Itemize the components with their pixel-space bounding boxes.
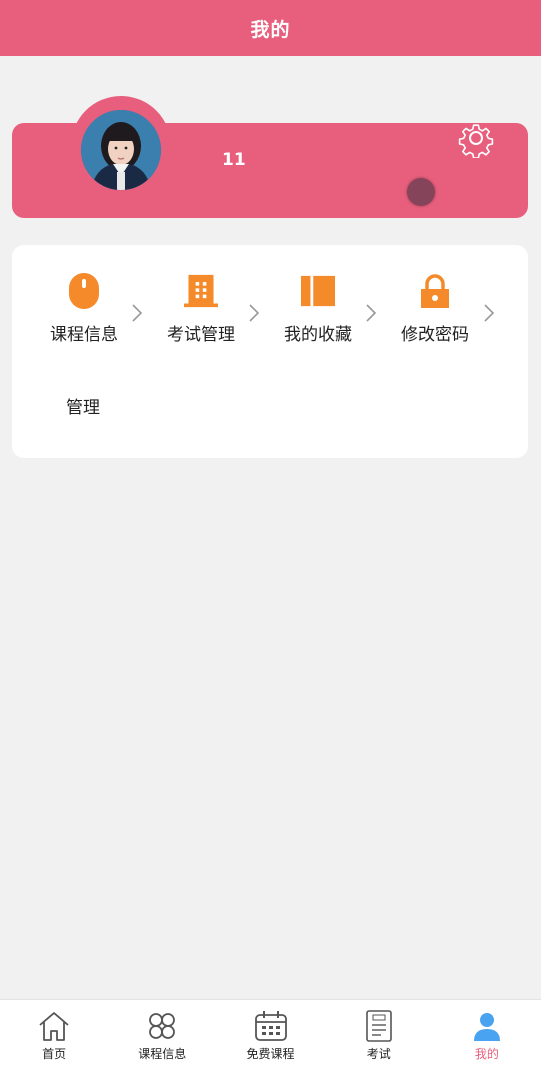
menu-item-change-password[interactable]: 修改密码 <box>377 245 493 345</box>
nav-label: 首页 <box>42 1047 67 1061</box>
menu-item-label: 课程信息 <box>50 325 118 345</box>
page-title: 我的 <box>250 18 291 41</box>
nav-label: 考试 <box>366 1047 391 1061</box>
menu-card: 课程信息 考试管理 我的收藏 修改密码 管理 <box>12 245 528 458</box>
bottom-nav: 首页 课程信息 免费课程 考试 我的 <box>0 999 541 1069</box>
chevron-right-icon <box>484 304 495 322</box>
chevron-right-icon <box>366 304 377 322</box>
user-icon <box>470 1009 504 1043</box>
mouse-icon <box>67 271 101 310</box>
exam-paper-icon <box>362 1009 396 1043</box>
menu-item-management[interactable]: 管理 <box>66 393 100 418</box>
menu-item-exam-management[interactable]: 考试管理 <box>143 245 259 345</box>
gear-icon <box>456 124 496 162</box>
book-icon <box>301 271 335 310</box>
nav-item-mine[interactable]: 我的 <box>433 1000 541 1069</box>
building-icon <box>184 271 218 310</box>
menu-item-label: 考试管理 <box>167 325 235 345</box>
username: 11 <box>222 150 246 170</box>
settings-button[interactable] <box>456 118 496 159</box>
menu-item-my-favorites[interactable]: 我的收藏 <box>260 245 376 345</box>
nav-item-exam[interactable]: 考试 <box>325 1000 433 1069</box>
nav-label: 课程信息 <box>138 1047 187 1061</box>
nav-item-home[interactable]: 首页 <box>0 1000 108 1069</box>
home-icon <box>37 1009 71 1043</box>
avatar[interactable] <box>81 110 161 190</box>
chevron-right-icon <box>132 304 143 322</box>
nav-label: 我的 <box>474 1047 499 1061</box>
menu-item-course-info[interactable]: 课程信息 <box>26 245 142 345</box>
menu-item-label: 修改密码 <box>401 325 469 345</box>
clover-icon <box>145 1009 179 1043</box>
lock-icon <box>418 271 452 310</box>
my-page: 我的 11 课程信息 考试管理 我的收藏 修改密码 管理 首页 课程信息 免费课… <box>0 0 541 1069</box>
nav-item-free-courses[interactable]: 免费课程 <box>216 1000 324 1069</box>
nav-item-course-info[interactable]: 课程信息 <box>108 1000 216 1069</box>
chevron-right-icon <box>249 304 260 322</box>
menu-item-label: 我的收藏 <box>284 325 352 345</box>
calendar-icon <box>254 1009 288 1043</box>
nav-label: 免费课程 <box>246 1047 295 1061</box>
floating-dot[interactable] <box>407 178 435 206</box>
header-bar: 我的 <box>0 0 541 56</box>
